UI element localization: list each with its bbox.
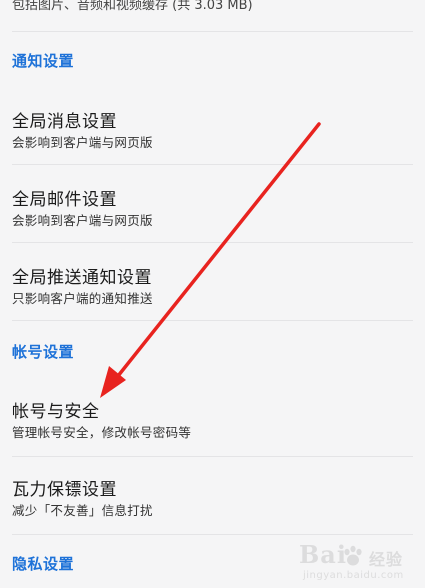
divider (12, 320, 413, 321)
setting-item-subtitle: 只影响客户端的通知推送 (12, 291, 153, 306)
watermark-url: jingyan.baidu.com (303, 570, 404, 581)
section-header-privacy: 隐私设置 (12, 555, 75, 573)
settings-page: 包括图片、音频和视频缓存 (共 3.03 MB) 通知设置 全局消息设置 会影响… (0, 0, 425, 588)
watermark-brand: Bai (299, 540, 347, 569)
section-header-account: 帐号设置 (12, 343, 75, 361)
setting-item-title: 全局推送通知设置 (12, 268, 152, 288)
divider (12, 164, 413, 165)
divider (12, 534, 413, 535)
setting-item-subtitle: 减少「不友善」信息打扰 (12, 503, 153, 518)
setting-item-subtitle: 管理帐号安全，修改帐号密码等 (12, 425, 192, 440)
setting-item-title: 帐号与安全 (12, 402, 100, 422)
setting-item-account-security[interactable]: 帐号与安全 管理帐号安全，修改帐号密码等 (0, 382, 425, 452)
cache-info-text: 包括图片、音频和视频缓存 (共 3.03 MB) (12, 0, 253, 13)
divider (12, 456, 413, 457)
section-header-notification: 通知设置 (12, 52, 75, 70)
setting-item-subtitle: 会影响到客户端与网页版 (12, 135, 153, 150)
divider (12, 31, 413, 32)
setting-item-global-message[interactable]: 全局消息设置 会影响到客户端与网页版 (0, 92, 425, 162)
setting-item-subtitle: 会影响到客户端与网页版 (12, 213, 153, 228)
setting-item-title: 瓦力保镖设置 (12, 480, 117, 500)
setting-item-title: 全局邮件设置 (12, 190, 117, 210)
setting-item-title: 全局消息设置 (12, 112, 117, 132)
baidu-jingyan-watermark: Bai 经验 jingyan.baidu.com (297, 540, 417, 584)
watermark-brand-suffix: 经验 (369, 550, 404, 569)
setting-item-global-email[interactable]: 全局邮件设置 会影响到客户端与网页版 (0, 170, 425, 240)
setting-item-wali-guard[interactable]: 瓦力保镖设置 减少「不友善」信息打扰 (0, 460, 425, 530)
divider (12, 242, 413, 243)
paw-icon (344, 545, 362, 566)
setting-item-global-push[interactable]: 全局推送通知设置 只影响客户端的通知推送 (0, 248, 425, 318)
